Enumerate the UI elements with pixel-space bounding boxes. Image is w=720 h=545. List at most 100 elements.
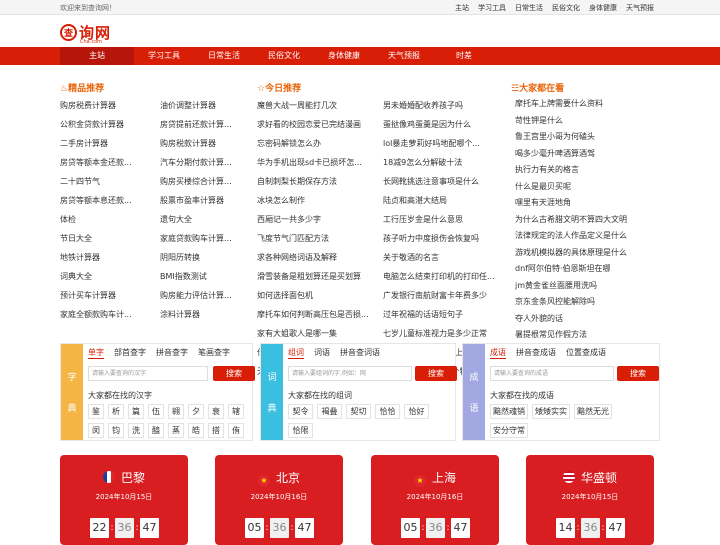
hot-chip[interactable]: 蒸: [168, 423, 184, 438]
popular-link[interactable]: 鲁王宫里小哥为何磕头: [515, 129, 655, 146]
hot-chip[interactable]: 闵: [88, 423, 104, 438]
today-link[interactable]: 如何选择面包机: [257, 286, 375, 305]
featured-link[interactable]: 股票市盈率计算器: [160, 191, 255, 210]
today-link[interactable]: 求好看的校园恋爱已完结漫画: [257, 115, 375, 134]
today-link[interactable]: 魔兽大战一周能打几次: [257, 96, 375, 115]
today-link[interactable]: 飞度节气门匹配方法: [257, 229, 375, 248]
panel-tab[interactable]: 成语: [490, 347, 506, 359]
nav-culture[interactable]: 民俗文化: [254, 47, 314, 65]
popular-link[interactable]: 苛性钾是什么: [515, 113, 655, 130]
hot-chip[interactable]: 侑: [228, 423, 244, 438]
popular-link[interactable]: dnf阿尔伯特·伯恩斯坦在哪: [515, 261, 655, 278]
hot-chip[interactable]: 醯: [148, 423, 164, 438]
panel-tab[interactable]: 词语: [314, 347, 330, 359]
hot-chip[interactable]: 析: [108, 404, 124, 419]
hot-chip[interactable]: 翱: [168, 404, 184, 419]
today-link[interactable]: 男未婚婚配收养孩子吗: [383, 96, 501, 115]
popular-link[interactable]: 什么是最贝买呢: [515, 179, 655, 196]
hot-chip[interactable]: 伍: [148, 404, 164, 419]
featured-link[interactable]: 房贷等额本金还款...: [60, 153, 155, 172]
featured-link[interactable]: 预计买车计算器: [60, 286, 155, 305]
hot-chip[interactable]: 恰限: [288, 423, 313, 438]
featured-link[interactable]: 购房能力评估计算...: [160, 286, 255, 305]
nav-timezone[interactable]: 时差: [434, 47, 494, 65]
featured-link[interactable]: 阴阳历转换: [160, 248, 255, 267]
featured-link[interactable]: 房贷提前还款计算...: [160, 115, 255, 134]
hot-chip[interactable]: 衰: [208, 404, 224, 419]
featured-link[interactable]: 房贷等额本息还款...: [60, 191, 155, 210]
featured-link[interactable]: 体检: [60, 210, 155, 229]
nav-study[interactable]: 学习工具: [134, 47, 194, 65]
top-link-health[interactable]: 身体健康: [589, 3, 617, 13]
today-link[interactable]: 滑雪装备是租划算还是买划算: [257, 267, 375, 286]
panel-tab[interactable]: 组词: [288, 347, 304, 359]
today-link[interactable]: lol暴走萝莉好吗地配哪个...: [383, 134, 501, 153]
featured-link[interactable]: BMI指数测试: [160, 267, 255, 286]
hot-chip[interactable]: 洗: [128, 423, 144, 438]
dictionary-search-button[interactable]: 搜索: [213, 366, 255, 381]
nav-life[interactable]: 日常生活: [194, 47, 254, 65]
idiom-search-button[interactable]: 搜索: [617, 366, 659, 381]
popular-link[interactable]: 夺人外貌的话: [515, 311, 655, 328]
idiom-search-input[interactable]: 请输入要查询的成语: [490, 366, 614, 381]
hot-chip[interactable]: 矮矮实实: [532, 404, 570, 419]
today-link[interactable]: 冰块怎么制作: [257, 191, 375, 210]
dictionary-search-input[interactable]: 请输入要查询的汉字: [88, 366, 208, 381]
hot-chip[interactable]: 褐叠: [317, 404, 342, 419]
top-link-culture[interactable]: 民俗文化: [552, 3, 580, 13]
panel-tab[interactable]: 笔画查字: [198, 347, 230, 359]
today-link[interactable]: 关于敬酒的名言: [383, 248, 501, 267]
popular-link[interactable]: 摩托车上牌需要什么资料: [515, 96, 655, 113]
today-link[interactable]: 过年祝福的话语短句子: [383, 305, 501, 324]
today-link[interactable]: 长网靴挑选注意事项是什么: [383, 172, 501, 191]
popular-link[interactable]: 法律规定的法人作品定义是什么: [515, 228, 655, 245]
popular-link[interactable]: 嘿里有天涯地角: [515, 195, 655, 212]
featured-link[interactable]: 油价调整计算器: [160, 96, 255, 115]
featured-link[interactable]: 家庭贷款购车计算...: [160, 229, 255, 248]
hot-chip[interactable]: 夕: [188, 404, 204, 419]
today-link[interactable]: 广发银行南航财富卡年费多少: [383, 286, 501, 305]
word-search-input[interactable]: 请输入要组词的字,例如：网: [288, 366, 412, 381]
today-link[interactable]: 七岁儿童标准视力是多少正常: [383, 324, 501, 343]
featured-link[interactable]: 购房税款计算器: [160, 134, 255, 153]
featured-link[interactable]: 涂料计算器: [160, 305, 255, 324]
today-link[interactable]: 蛋挞像鸡蛋羹是因为什么: [383, 115, 501, 134]
word-search-button[interactable]: 搜索: [415, 366, 457, 381]
today-link[interactable]: 摩托车如何判断高压包是否损...: [257, 305, 375, 324]
panel-tab[interactable]: 部首查字: [114, 347, 146, 359]
hot-chip[interactable]: 钧: [108, 423, 124, 438]
featured-link[interactable]: 购房税费计算器: [60, 96, 155, 115]
featured-link[interactable]: 家庭全额款购车计...: [60, 305, 155, 324]
featured-link[interactable]: 公积金贷款计算器: [60, 115, 155, 134]
popular-link[interactable]: 游戏机模拟器的具体原理是什么: [515, 245, 655, 262]
panel-tab[interactable]: 拼音查词语: [340, 347, 380, 359]
featured-link[interactable]: 购房买楼综合计算...: [160, 172, 255, 191]
popular-link[interactable]: 喝多少毫升啤酒算酒驾: [515, 146, 655, 163]
panel-tab[interactable]: 拼音查成语: [516, 347, 556, 359]
panel-tab[interactable]: 位置查成语: [566, 347, 606, 359]
today-link[interactable]: 自制刺梨长期保存方法: [257, 172, 375, 191]
today-link[interactable]: 忘密码解锁怎么办: [257, 134, 375, 153]
hot-chip[interactable]: 恰好: [404, 404, 429, 419]
today-link[interactable]: 孩子听力中度损伤会恢复吗: [383, 229, 501, 248]
nav-health[interactable]: 身体健康: [314, 47, 374, 65]
top-link-home[interactable]: 主站: [455, 3, 469, 13]
featured-link[interactable]: 地铁计算器: [60, 248, 155, 267]
panel-tab[interactable]: 单字: [88, 347, 104, 359]
today-link[interactable]: 陆贞和高湛大结局: [383, 191, 501, 210]
nav-home[interactable]: 主站: [60, 47, 134, 65]
today-link[interactable]: 求各种网络词语及解释: [257, 248, 375, 267]
nav-weather[interactable]: 天气预报: [374, 47, 434, 65]
featured-link[interactable]: 遗句大全: [160, 210, 255, 229]
featured-link[interactable]: 二手房计算器: [60, 134, 155, 153]
today-link[interactable]: 18减9怎么分解破十法: [383, 153, 501, 172]
featured-link[interactable]: 汽车分期付款计算...: [160, 153, 255, 172]
hot-chip[interactable]: 契切: [346, 404, 371, 419]
hot-chip[interactable]: 黯然魂销: [490, 404, 528, 419]
featured-link[interactable]: 二十四节气: [60, 172, 155, 191]
hot-chip[interactable]: 篇: [128, 404, 144, 419]
today-link[interactable]: 工行压岁金是什么意思: [383, 210, 501, 229]
panel-tab[interactable]: 拼音查字: [156, 347, 188, 359]
popular-link[interactable]: 暑提根常见作假方法: [515, 327, 655, 344]
top-link-weather[interactable]: 天气预报: [626, 3, 654, 13]
